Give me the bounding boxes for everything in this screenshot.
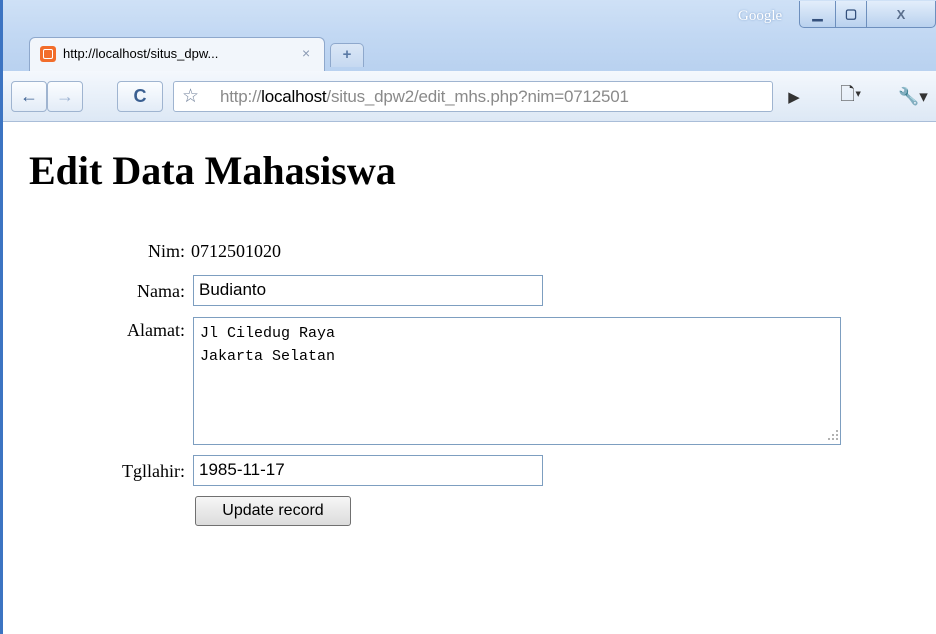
tools-menu-button[interactable]: 🔧▾ <box>887 81 936 112</box>
close-window-button[interactable]: X <box>866 1 936 28</box>
back-arrow-icon: ← <box>20 86 38 106</box>
nama-input[interactable]: Budianto <box>193 275 543 306</box>
url-scheme: http:// <box>220 87 262 106</box>
nim-value: 0712501020 <box>191 241 281 261</box>
window-left-border <box>0 0 3 634</box>
google-brand: Google <box>738 8 783 24</box>
update-record-button[interactable]: Update record <box>195 496 351 526</box>
go-arrow-icon: ▶ <box>788 88 800 106</box>
page-content: Edit Data Mahasiswa Nim: 0712501020 Nama… <box>3 122 936 634</box>
reload-icon: C <box>133 86 147 106</box>
url-host: localhost <box>261 87 327 106</box>
nama-label: Nama: <box>137 281 185 301</box>
nim-label: Nim: <box>147 241 185 261</box>
maximize-button[interactable]: ▢ <box>835 1 867 28</box>
alamat-label: Alamat: <box>127 320 185 340</box>
browser-window: Google ▁ ▢ X http://localhost/situs_dpw.… <box>0 0 936 634</box>
new-tab-button[interactable]: + <box>330 43 364 67</box>
toolbar: ← → C ☆ http://localhost/situs_dpw2/edit… <box>3 71 936 122</box>
alamat-textarea[interactable]: Jl Ciledug Raya Jakarta Selatan <box>193 317 841 445</box>
page-title: Edit Data Mahasiswa <box>29 148 396 193</box>
resize-grip-icon[interactable] <box>825 427 839 441</box>
tab-localhost[interactable]: http://localhost/situs_dpw... × <box>29 37 325 71</box>
forward-button[interactable]: → <box>47 81 83 112</box>
tab-title: http://localhost/situs_dpw... <box>63 46 219 61</box>
url-path: /situs_dpw2/edit_mhs.php?nim=0712501 <box>326 87 629 106</box>
address-bar[interactable]: ☆ http://localhost/situs_dpw2/edit_mhs.p… <box>173 81 773 112</box>
minimize-button[interactable]: ▁ <box>799 1 836 28</box>
back-button[interactable]: ← <box>11 81 47 112</box>
xampp-favicon-icon <box>40 46 56 62</box>
tgllahir-label: Tgllahir: <box>122 461 185 481</box>
url-text: http://localhost/situs_dpw2/edit_mhs.php… <box>220 87 629 107</box>
reload-button[interactable]: C <box>117 81 163 112</box>
go-button[interactable]: ▶ <box>777 81 811 112</box>
bookmark-star-icon[interactable]: ☆ <box>182 85 199 108</box>
forward-arrow-icon: → <box>56 86 74 106</box>
tgllahir-input[interactable]: 1985-11-17 <box>193 455 543 486</box>
wrench-icon: 🔧▾ <box>898 86 928 106</box>
page-menu-button[interactable]: 🗋▾ <box>829 81 873 112</box>
page-menu-icon: 🗋▾ <box>840 83 862 104</box>
tab-close-icon[interactable]: × <box>302 45 310 61</box>
